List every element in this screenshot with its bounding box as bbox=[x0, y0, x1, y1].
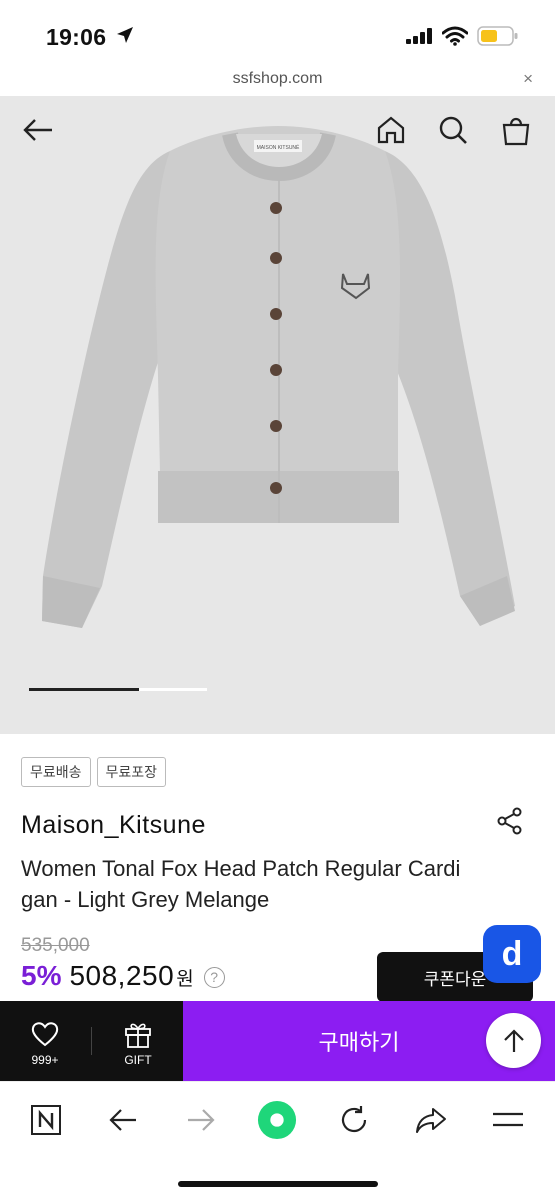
discount-rate: 5% bbox=[21, 960, 62, 991]
wishlist-button[interactable]: 999+ bbox=[0, 1001, 90, 1081]
gift-button[interactable]: GIFT bbox=[93, 1001, 183, 1081]
menu-icon[interactable] bbox=[488, 1100, 528, 1140]
signal-icon bbox=[406, 28, 434, 49]
status-bar: 19:06 bbox=[0, 0, 555, 62]
bar-divider bbox=[91, 1027, 92, 1055]
d-floating-badge[interactable]: d bbox=[483, 925, 541, 983]
original-price: 535,000 bbox=[21, 935, 90, 956]
share-icon[interactable] bbox=[496, 807, 524, 840]
tag-free-wrapping: 무료포장 bbox=[96, 757, 167, 787]
heart-icon bbox=[31, 1022, 59, 1047]
close-icon[interactable]: × bbox=[523, 69, 533, 89]
product-name: Women Tonal Fox Head Patch Regular Cardi… bbox=[21, 856, 461, 912]
home-indicator bbox=[178, 1181, 378, 1187]
home-icon[interactable] bbox=[371, 110, 411, 150]
price-line: 5% 508,250 원 ? bbox=[21, 960, 225, 992]
purchase-bar: 999+ GIFT 구매하기 bbox=[0, 1001, 555, 1081]
product-image-gallery[interactable]: MAISON KITSUNÉ bbox=[0, 96, 555, 734]
currency-unit: 원 bbox=[176, 969, 194, 990]
label-text: MAISON KITSUNÉ bbox=[257, 144, 300, 151]
location-arrow-icon bbox=[116, 26, 134, 49]
green-dot-icon[interactable] bbox=[257, 1100, 297, 1140]
cardigan-image: MAISON KITSUNÉ bbox=[42, 126, 515, 628]
price-help-icon[interactable]: ? bbox=[203, 966, 225, 988]
arrow-up-icon bbox=[503, 1028, 524, 1052]
forward-icon[interactable] bbox=[181, 1100, 221, 1140]
battery-icon bbox=[477, 26, 519, 51]
reload-icon[interactable] bbox=[334, 1100, 374, 1140]
tag-free-shipping: 무료배송 bbox=[21, 757, 91, 787]
gift-icon bbox=[125, 1023, 151, 1048]
search-icon[interactable] bbox=[433, 110, 473, 150]
url-bar[interactable]: ssfshop.com × bbox=[0, 62, 555, 96]
share-icon[interactable] bbox=[411, 1100, 451, 1140]
wishlist-count: 999+ bbox=[31, 1053, 59, 1067]
status-time: 19:06 bbox=[46, 24, 107, 50]
benefit-tags: 무료배송 무료포장 bbox=[21, 757, 167, 787]
wifi-icon bbox=[441, 26, 469, 51]
brand-name[interactable]: Maison_Kitsune bbox=[21, 811, 206, 840]
back-icon[interactable] bbox=[103, 1100, 143, 1140]
shopping-bag-icon[interactable] bbox=[496, 110, 536, 150]
gallery-progress-bar bbox=[29, 688, 207, 691]
naver-icon[interactable] bbox=[26, 1100, 66, 1140]
scroll-top-button[interactable] bbox=[486, 1013, 541, 1068]
gift-label: GIFT bbox=[124, 1053, 152, 1067]
gallery-progress-fill bbox=[29, 688, 140, 691]
back-arrow-icon[interactable] bbox=[18, 110, 58, 150]
sale-price: 508,250 bbox=[69, 960, 175, 991]
url-text[interactable]: ssfshop.com bbox=[0, 70, 555, 88]
